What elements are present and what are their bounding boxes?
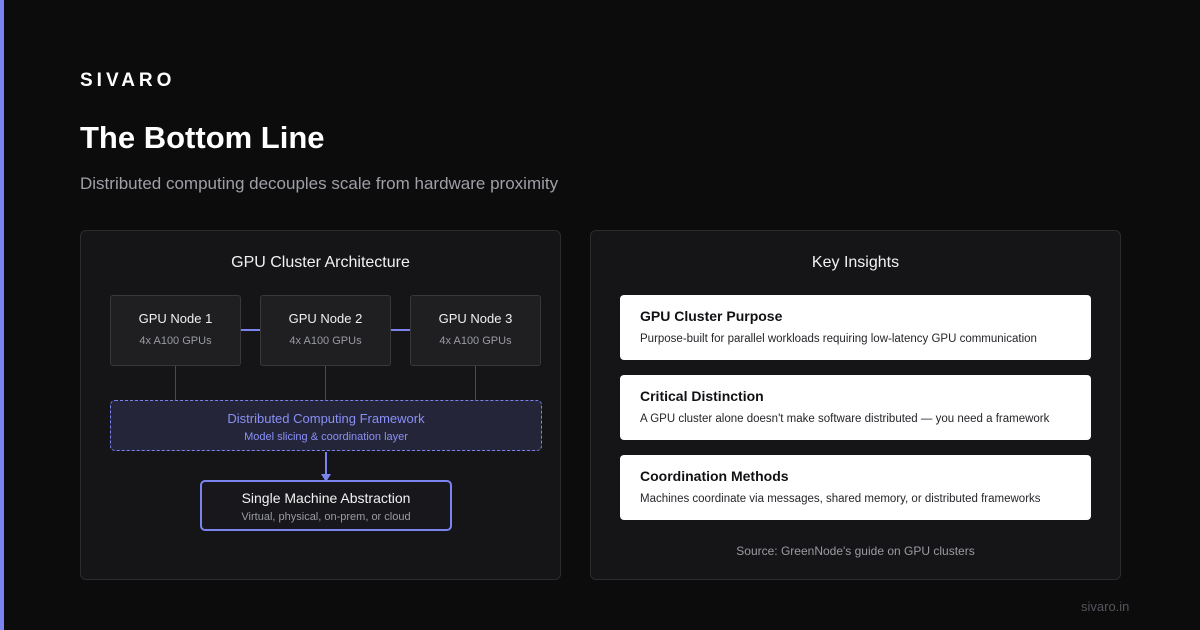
source-note: Source: GreenNode's guide on GPU cluster…	[736, 544, 975, 558]
insight-text: Machines coordinate via messages, shared…	[640, 493, 1041, 505]
insight-text: Purpose-built for parallel workloads req…	[640, 333, 1037, 345]
insight-title: Critical Distinction	[640, 388, 764, 404]
abstraction-subtitle: Virtual, physical, on-prem, or cloud	[241, 511, 411, 523]
insight-text: A GPU cluster alone doesn't make softwar…	[640, 413, 1050, 425]
node-spec: 4x A100 GPUs	[139, 335, 212, 347]
node-spec: 4x A100 GPUs	[439, 335, 512, 347]
node-name: GPU Node 2	[288, 311, 363, 326]
node-connector	[241, 329, 262, 331]
footer-url[interactable]: sivaro.in	[1081, 599, 1129, 614]
page-subtitle: Distributed computing decouples scale fr…	[80, 174, 559, 193]
insights-panel: Key Insights GPU Cluster Purpose Purpose…	[590, 230, 1121, 580]
node-link-line	[325, 366, 326, 401]
node-connector	[391, 329, 412, 331]
abstraction-title: Single Machine Abstraction	[241, 490, 411, 506]
framework-subtitle: Model slicing & coordination layer	[244, 431, 408, 443]
node-spec: 4x A100 GPUs	[289, 335, 362, 347]
node-name: GPU Node 1	[138, 311, 213, 326]
brand-logo: SIVARO	[80, 70, 176, 91]
gpu-node-1: GPU Node 1 4x A100 GPUs	[110, 295, 241, 366]
node-link-line	[175, 366, 176, 401]
insight-title: Coordination Methods	[640, 468, 789, 484]
framework-title: Distributed Computing Framework	[227, 411, 425, 426]
insights-title: Key Insights	[811, 254, 900, 271]
insight-title: GPU Cluster Purpose	[640, 308, 783, 324]
architecture-title: GPU Cluster Architecture	[231, 254, 410, 271]
page-title: The Bottom Line	[80, 120, 325, 155]
arrow-line	[325, 452, 327, 474]
abstraction-box: Single Machine Abstraction Virtual, phys…	[200, 480, 452, 531]
gpu-node-2: GPU Node 2 4x A100 GPUs	[260, 295, 391, 366]
node-name: GPU Node 3	[438, 311, 513, 326]
insight-card: Coordination Methods Machines coordinate…	[620, 455, 1091, 520]
gpu-node-3: GPU Node 3 4x A100 GPUs	[410, 295, 541, 366]
insight-card: GPU Cluster Purpose Purpose-built for pa…	[620, 295, 1091, 360]
insight-card: Critical Distinction A GPU cluster alone…	[620, 375, 1091, 440]
accent-bar	[0, 0, 4, 630]
architecture-panel: GPU Cluster Architecture GPU Node 1 4x A…	[80, 230, 561, 580]
node-link-line	[475, 366, 476, 401]
framework-box: Distributed Computing Framework Model sl…	[110, 400, 542, 451]
